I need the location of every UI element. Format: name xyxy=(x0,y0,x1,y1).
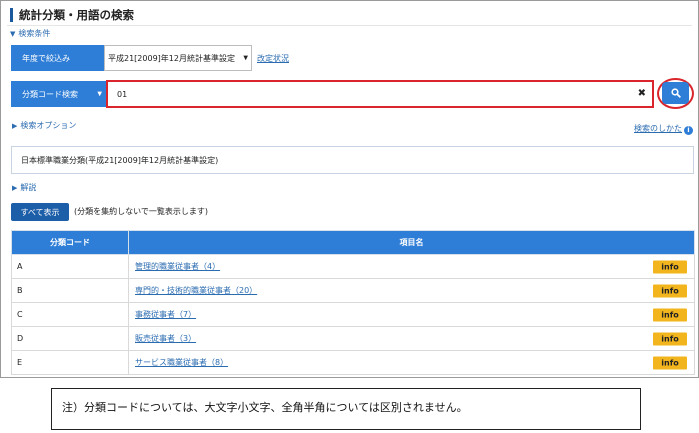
column-header-item-name: 項目名 xyxy=(128,230,695,255)
info-button[interactable]: info xyxy=(653,356,687,369)
table-row: D 販売従事者（3） info xyxy=(11,326,695,351)
search-mode-label: 分類コード検索 xyxy=(22,89,78,99)
item-name-link[interactable]: 管理的職業従事者（4） xyxy=(135,262,220,271)
selected-classification: 日本標準職業分類(平成21[2009]年12月統計基準設定) xyxy=(11,146,694,174)
search-button[interactable] xyxy=(662,82,689,104)
year-select[interactable]: 平成21[2009]年12月統計基準設定 ▼ xyxy=(104,45,252,71)
search-options-label: 検索オプション xyxy=(20,121,77,130)
row-code: D xyxy=(11,326,129,351)
classification-name: 日本標準職業分類(平成21[2009]年12月統計基準設定) xyxy=(21,155,219,165)
triangle-right-icon: ▶ xyxy=(12,122,18,130)
info-button[interactable]: info xyxy=(653,332,687,345)
row-name-cell: 管理的職業従事者（4） info xyxy=(128,254,695,279)
title-divider xyxy=(7,25,692,26)
row-name-cell: 専門的・技術的職業従事者（20） info xyxy=(128,278,695,303)
table-row: C 事務従事者（7） info xyxy=(11,302,695,327)
how-to-search-link[interactable]: 検索のしかた i xyxy=(634,123,693,135)
revision-status-link[interactable]: 改定状況 xyxy=(257,53,289,64)
row-code: E xyxy=(11,350,129,375)
table-header-row: 分類コード 項目名 xyxy=(11,230,695,255)
row-code: B xyxy=(11,278,129,303)
info-button[interactable]: info xyxy=(653,260,687,273)
narrow-by-year-text: 年度で絞込み xyxy=(22,53,70,63)
item-name-link[interactable]: 専門的・技術的職業従事者（20） xyxy=(135,286,257,295)
column-header-code: 分類コード xyxy=(11,230,129,255)
row-code: A xyxy=(11,254,129,279)
explanation-label: 解説 xyxy=(20,183,37,192)
show-all-label: すべて表示 xyxy=(20,207,60,217)
year-select-value: 平成21[2009]年12月統計基準設定 xyxy=(108,53,235,63)
triangle-right-icon: ▶ xyxy=(12,184,18,192)
row-name-cell: 事務従事者（7） info xyxy=(128,302,695,327)
row-code: C xyxy=(11,302,129,327)
info-icon: i xyxy=(684,126,693,135)
search-icon xyxy=(670,88,681,98)
search-input[interactable]: 01 ✖ xyxy=(106,80,654,108)
show-all-note: (分類を集約しないで一覧表示します) xyxy=(74,207,209,216)
search-conditions-label: 検索条件 xyxy=(18,29,51,38)
page-title: 統計分類・用語の検索 xyxy=(10,8,134,22)
row-name-cell: 販売従事者（3） info xyxy=(128,326,695,351)
search-panel: 統計分類・用語の検索 ▼ 検索条件 年度で絞込み 平成21[2009]年12月統計… xyxy=(0,0,699,378)
footnote-text: 注）分類コードについては、大文字小文字、全角半角については区別されません。 xyxy=(62,401,468,414)
triangle-down-icon: ▼ xyxy=(10,30,16,38)
show-all-button[interactable]: すべて表示 xyxy=(11,203,69,221)
narrow-by-year-label: 年度で絞込み xyxy=(11,45,104,71)
item-name-link[interactable]: 事務従事者（7） xyxy=(135,310,196,319)
how-to-search-label: 検索のしかた xyxy=(634,124,682,133)
classification-table: 分類コード 項目名 A 管理的職業従事者（4） info B 専門的・技術的職業… xyxy=(11,230,695,375)
item-name-link[interactable]: サービス職業従事者（8） xyxy=(135,358,228,367)
caret-down-icon: ▼ xyxy=(97,90,102,98)
caret-down-icon: ▼ xyxy=(243,54,248,62)
info-button[interactable]: info xyxy=(653,308,687,321)
table-row: E サービス職業従事者（8） info xyxy=(11,350,695,375)
search-mode-select[interactable]: 分類コード検索 ▼ xyxy=(11,81,106,107)
info-button[interactable]: info xyxy=(653,284,687,297)
search-input-value: 01 xyxy=(117,89,128,99)
footnote-box: 注）分類コードについては、大文字小文字、全角半角については区別されません。 xyxy=(51,388,641,430)
table-row: B 専門的・技術的職業従事者（20） info xyxy=(11,278,695,303)
item-name-link[interactable]: 販売従事者（3） xyxy=(135,334,196,343)
row-name-cell: サービス職業従事者（8） info xyxy=(128,350,695,375)
explanation-toggle[interactable]: ▶ 解説 xyxy=(12,183,36,193)
table-row: A 管理的職業従事者（4） info xyxy=(11,254,695,279)
search-conditions-toggle[interactable]: ▼ 検索条件 xyxy=(10,29,50,39)
search-options-toggle[interactable]: ▶ 検索オプション xyxy=(12,121,76,131)
close-icon[interactable]: ✖ xyxy=(638,89,646,99)
